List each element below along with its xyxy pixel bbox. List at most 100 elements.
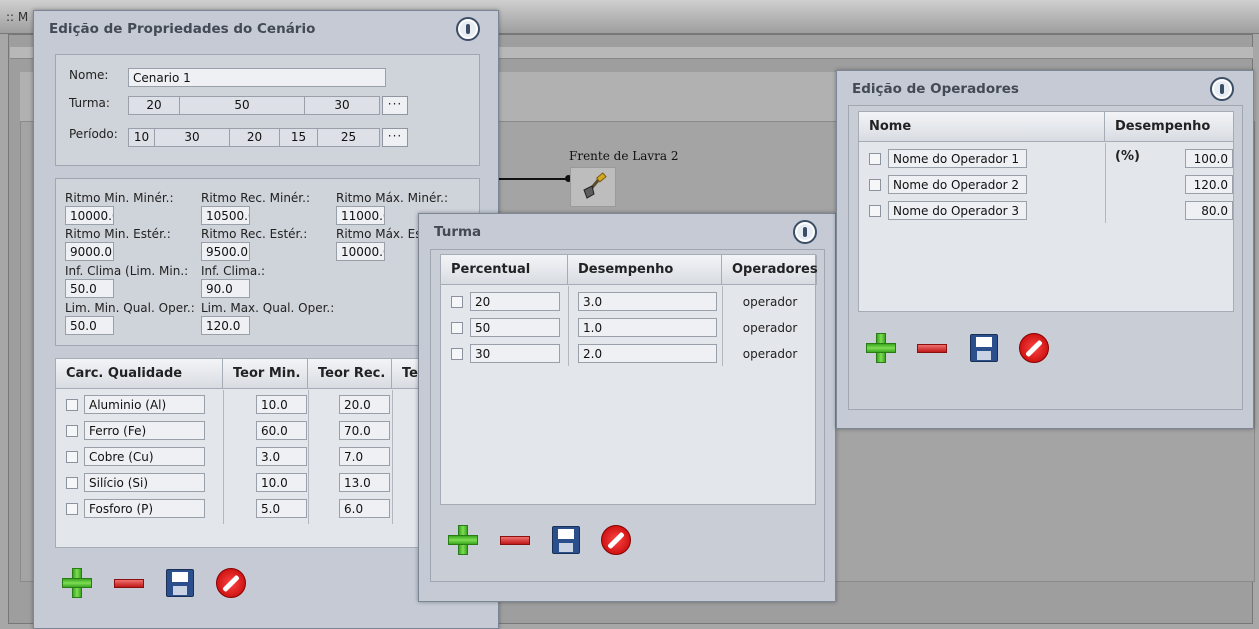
save-button[interactable] — [549, 523, 583, 557]
rhythm-field[interactable]: 9500.0 — [201, 242, 250, 261]
teor-rec-field[interactable]: 6.0 — [339, 499, 390, 518]
operadores-link[interactable]: operador — [723, 321, 817, 335]
column-header[interactable]: Carc. Qualidade — [56, 359, 223, 389]
operador-desempenho-field[interactable]: 120.0 — [1185, 175, 1233, 194]
row-checkbox[interactable] — [451, 322, 463, 334]
teor-min-field[interactable]: 5.0 — [256, 499, 307, 518]
add-button[interactable] — [864, 331, 898, 365]
cancel-button[interactable] — [599, 523, 633, 557]
table-row[interactable]: Silício (Si) 10.0 13.0 — [56, 470, 479, 496]
percentual-field[interactable]: 20 — [470, 292, 560, 311]
operadores-link[interactable]: operador — [723, 295, 817, 309]
column-header[interactable]: Operadores — [722, 255, 818, 285]
operador-desempenho-field[interactable]: 100.0 — [1185, 149, 1233, 168]
table-row[interactable]: Ferro (Fe) 60.0 70.0 — [56, 418, 479, 444]
column-header[interactable]: Desempenho (%) — [1105, 112, 1235, 164]
row-checkbox[interactable] — [66, 399, 78, 411]
percentual-field[interactable]: 30 — [470, 344, 560, 363]
turma-ellipsis-button[interactable]: ··· — [382, 96, 408, 115]
table-row[interactable]: Fosforo (P) 5.0 6.0 — [56, 496, 479, 522]
teor-min-field[interactable]: 10.0 — [256, 473, 307, 492]
diagram-edge[interactable] — [498, 175, 572, 182]
column-header[interactable]: Desempenho — [568, 255, 722, 285]
remove-button[interactable] — [498, 523, 532, 557]
rhythm-field[interactable]: 90.0 — [201, 279, 250, 298]
periodo-segment[interactable]: 15 — [279, 128, 318, 147]
rhythm-label: Ritmo Rec. Estér.: — [201, 227, 308, 241]
operador-name-field[interactable]: Nome do Operador 3 — [888, 201, 1027, 220]
teor-min-field[interactable]: 60.0 — [256, 421, 307, 440]
teor-min-field[interactable]: 10.0 — [256, 395, 307, 414]
periodo-segment[interactable]: 10 — [128, 128, 155, 147]
row-checkbox[interactable] — [869, 153, 881, 165]
periodo-ellipsis-button[interactable]: ··· — [382, 128, 408, 147]
operadores-link[interactable]: operador — [723, 347, 817, 361]
cancel-button[interactable] — [1017, 331, 1051, 365]
desempenho-field[interactable]: 2.0 — [578, 344, 717, 363]
teor-min-field[interactable]: 3.0 — [256, 447, 307, 466]
column-header[interactable]: Nome — [859, 112, 1105, 142]
rhythm-field[interactable]: 120.0 — [201, 316, 250, 335]
rhythm-field[interactable]: 10000.0 — [65, 206, 114, 225]
periodo-segment[interactable]: 30 — [154, 128, 230, 147]
table-row[interactable]: 20 3.0 operador — [441, 290, 815, 316]
row-checkbox[interactable] — [869, 179, 881, 191]
quality-name-field[interactable]: Ferro (Fe) — [84, 421, 205, 440]
operador-name-field[interactable]: Nome do Operador 1 — [888, 149, 1027, 168]
save-button[interactable] — [967, 331, 1001, 365]
remove-button[interactable] — [112, 566, 146, 600]
desempenho-field[interactable]: 1.0 — [578, 318, 717, 337]
row-checkbox[interactable] — [66, 503, 78, 515]
column-header[interactable]: Teor Min. — [223, 359, 308, 389]
name-field[interactable]: Cenario 1 — [128, 68, 386, 87]
table-row[interactable]: 50 1.0 operador — [441, 316, 815, 342]
add-button[interactable] — [446, 523, 480, 557]
add-button[interactable] — [60, 566, 94, 600]
column-header[interactable]: Percentual — [441, 255, 568, 285]
cancel-button[interactable] — [214, 566, 248, 600]
teor-rec-field[interactable]: 20.0 — [339, 395, 390, 414]
save-button[interactable] — [163, 566, 197, 600]
quality-name-field[interactable]: Silício (Si) — [84, 473, 205, 492]
rhythm-field[interactable]: 10500.0 — [201, 206, 250, 225]
remove-button[interactable] — [915, 331, 949, 365]
row-checkbox[interactable] — [66, 477, 78, 489]
row-checkbox[interactable] — [66, 451, 78, 463]
percentual-field[interactable]: 50 — [470, 318, 560, 337]
rhythm-label: Ritmo Min. Estér.: — [65, 227, 171, 241]
table-row[interactable]: Nome do Operador 2 120.0 — [859, 172, 1233, 198]
row-checkbox[interactable] — [869, 205, 881, 217]
rhythm-field[interactable]: 50.0 — [65, 279, 114, 298]
table-row[interactable]: Aluminio (Al) 10.0 20.0 — [56, 392, 479, 418]
close-icon[interactable] — [456, 17, 480, 41]
close-icon[interactable] — [1210, 77, 1234, 101]
row-checkbox[interactable] — [66, 425, 78, 437]
table-row[interactable]: Nome do Operador 1 100.0 — [859, 146, 1233, 172]
rhythm-field[interactable]: 50.0 — [65, 316, 114, 335]
quality-name-field[interactable]: Fosforo (P) — [84, 499, 205, 518]
teor-rec-field[interactable]: 13.0 — [339, 473, 390, 492]
table-row[interactable]: 30 2.0 operador — [441, 342, 815, 368]
turma-segment[interactable]: 20 — [128, 96, 180, 115]
quality-name-field[interactable]: Aluminio (Al) — [84, 395, 205, 414]
turma-segment[interactable]: 30 — [304, 96, 380, 115]
table-row[interactable]: Cobre (Cu) 3.0 7.0 — [56, 444, 479, 470]
operador-desempenho-field[interactable]: 80.0 — [1185, 201, 1233, 220]
shovel-icon[interactable] — [570, 167, 616, 207]
desempenho-field[interactable]: 3.0 — [578, 292, 717, 311]
rhythm-field[interactable]: 9000.0 — [65, 242, 114, 261]
teor-rec-field[interactable]: 7.0 — [339, 447, 390, 466]
close-icon[interactable] — [793, 220, 817, 244]
operador-name-field[interactable]: Nome do Operador 2 — [888, 175, 1027, 194]
rhythm-field[interactable]: 10000.0 — [336, 242, 385, 261]
turma-segment[interactable]: 50 — [179, 96, 305, 115]
row-checkbox[interactable] — [451, 296, 463, 308]
table-row[interactable]: Nome do Operador 3 80.0 — [859, 198, 1233, 224]
column-header[interactable]: Teor Rec. — [308, 359, 392, 389]
rhythm-field[interactable]: 11000.0 — [336, 206, 385, 225]
periodo-segment[interactable]: 25 — [317, 128, 380, 147]
periodo-segment[interactable]: 20 — [229, 128, 280, 147]
quality-name-field[interactable]: Cobre (Cu) — [84, 447, 205, 466]
row-checkbox[interactable] — [451, 348, 463, 360]
teor-rec-field[interactable]: 70.0 — [339, 421, 390, 440]
